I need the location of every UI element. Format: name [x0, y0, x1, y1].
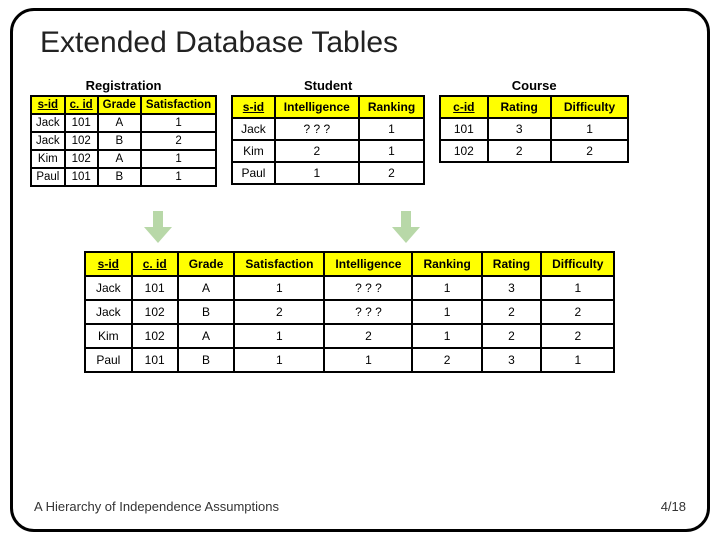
- slide-content: Extended Database Tables Registration s-…: [24, 18, 696, 522]
- registration-block: Registration s-id c. id Grade Satisfacti…: [30, 78, 217, 187]
- student-table: s-id Intelligence Ranking Jack? ? ?1 Kim…: [231, 95, 425, 185]
- registration-table: s-id c. id Grade Satisfaction Jack101A1 …: [30, 95, 217, 187]
- col-sid: s-id: [85, 252, 132, 276]
- top-tables-row: Registration s-id c. id Grade Satisfacti…: [24, 78, 696, 187]
- col-rating: Rating: [488, 96, 551, 118]
- table-header-row: s-id c. id Grade Satisfaction Intelligen…: [85, 252, 614, 276]
- arrow-down-icon: [392, 211, 420, 245]
- registration-title: Registration: [30, 78, 217, 93]
- col-intelligence: Intelligence: [275, 96, 359, 118]
- student-block: Student s-id Intelligence Ranking Jack? …: [231, 78, 425, 185]
- joined-table: s-id c. id Grade Satisfaction Intelligen…: [84, 251, 615, 373]
- table-row: Jack? ? ?1: [232, 118, 424, 140]
- table-row: Paul12: [232, 162, 424, 184]
- col-grade: Grade: [98, 96, 141, 114]
- table-row: 10222: [440, 140, 628, 162]
- course-title: Course: [439, 78, 629, 93]
- col-cid: c. id: [132, 252, 178, 276]
- table-row: Kim102A1: [31, 150, 216, 168]
- table-row: Kim21: [232, 140, 424, 162]
- col-sid: s-id: [232, 96, 275, 118]
- table-row: Kim102A12122: [85, 324, 614, 348]
- table-row: Jack102B2? ? ?122: [85, 300, 614, 324]
- table-row: 10131: [440, 118, 628, 140]
- slide-title: Extended Database Tables: [40, 26, 696, 60]
- col-sid: s-id: [31, 96, 65, 114]
- table-row: Jack101A1? ? ?131: [85, 276, 614, 300]
- col-cid: c. id: [65, 96, 98, 114]
- col-difficulty: Difficulty: [541, 252, 614, 276]
- col-satisfaction: Satisfaction: [234, 252, 324, 276]
- footer: A Hierarchy of Independence Assumptions …: [34, 499, 686, 514]
- table-header-row: c-id Rating Difficulty: [440, 96, 628, 118]
- table-header-row: s-id c. id Grade Satisfaction: [31, 96, 216, 114]
- col-intelligence: Intelligence: [324, 252, 412, 276]
- col-grade: Grade: [178, 252, 235, 276]
- table-row: Paul101B1: [31, 168, 216, 186]
- table-row: Jack101A1: [31, 114, 216, 132]
- course-block: Course c-id Rating Difficulty 10131 1022…: [439, 78, 629, 163]
- student-title: Student: [231, 78, 425, 93]
- col-cid: c-id: [440, 96, 487, 118]
- table-row: Paul101B11231: [85, 348, 614, 372]
- col-rating: Rating: [482, 252, 541, 276]
- col-ranking: Ranking: [359, 96, 424, 118]
- joined-block: s-id c. id Grade Satisfaction Intelligen…: [84, 251, 696, 373]
- arrow-down-icon: [144, 211, 172, 245]
- table-row: Jack102B2: [31, 132, 216, 150]
- table-header-row: s-id Intelligence Ranking: [232, 96, 424, 118]
- course-table: c-id Rating Difficulty 10131 10222: [439, 95, 629, 163]
- col-ranking: Ranking: [412, 252, 481, 276]
- page-number: 4/18: [661, 499, 686, 514]
- arrows-row: [144, 211, 696, 245]
- col-satisfaction: Satisfaction: [141, 96, 216, 114]
- footer-caption: A Hierarchy of Independence Assumptions: [34, 499, 279, 514]
- col-difficulty: Difficulty: [551, 96, 628, 118]
